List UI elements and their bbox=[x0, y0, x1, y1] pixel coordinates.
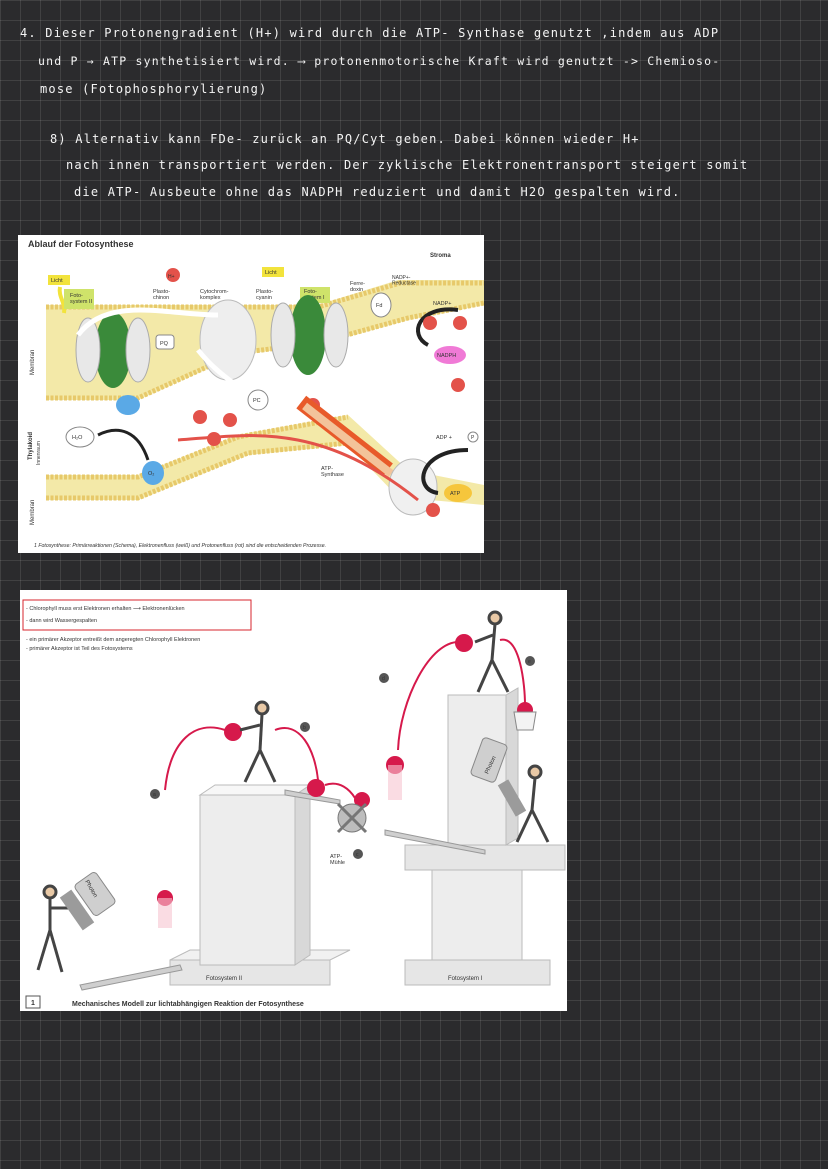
fotosystem1-label-fig2: Fotosystem I bbox=[448, 976, 483, 982]
licht-label-1: Licht bbox=[51, 278, 63, 284]
person-fs1-top bbox=[474, 610, 510, 693]
h-plus-1: H+ bbox=[168, 274, 175, 280]
adp-label: ADP + bbox=[436, 435, 452, 441]
label-b: b bbox=[303, 725, 306, 731]
label-d: d bbox=[382, 676, 385, 682]
note-line-2: und P → ATP synthetisiert wird. ⟶ proton… bbox=[38, 54, 721, 68]
note-line-6: die ATP- Ausbeute ohne das NADPH reduzie… bbox=[74, 185, 681, 199]
hammer-left: Photon bbox=[59, 872, 116, 931]
note-line-3: mose (Fotophosphorylierung) bbox=[40, 82, 268, 96]
stroma-label: Stroma bbox=[430, 253, 451, 259]
figure2-note-4: - primärer Akzeptor ist Teil des Fotosys… bbox=[26, 646, 133, 652]
pq-label: PQ bbox=[160, 341, 169, 347]
figure2-number: 1 bbox=[31, 1000, 35, 1007]
atp-muehle-label: ATP-Mühle bbox=[330, 854, 345, 866]
figure2-note-2: - dann wird Wassergespalten bbox=[26, 618, 97, 624]
nadp-plus-label: NADP+ bbox=[433, 301, 452, 307]
innenraum-label: Innenraum bbox=[36, 441, 42, 465]
o2-label: O₂ bbox=[148, 471, 154, 477]
thylakoid-label: Thylakoid bbox=[28, 432, 34, 460]
ferredoxin-label: Ferre-doxin bbox=[350, 281, 365, 293]
membran-label-1: Membran bbox=[30, 350, 36, 375]
plastochinon-label: Plasto-chinon bbox=[153, 289, 170, 301]
label-a: a bbox=[153, 792, 156, 798]
mechanical-model-figure: - Chlorophyll muss erst Elektronen erhal… bbox=[20, 590, 567, 1011]
licht-label-2: Licht bbox=[265, 270, 277, 276]
nadph-label: NADPH bbox=[437, 353, 456, 359]
figure2-note-1: - Chlorophyll muss erst Elektronen erhal… bbox=[26, 606, 185, 612]
photosynthesis-diagram: Ablauf der Fotosynthese Stroma Membran T… bbox=[18, 235, 484, 553]
note-line-5: nach innen transportiert werden. Der zyk… bbox=[66, 158, 749, 172]
nadp-reductase-label: NADP+-Reductase bbox=[392, 275, 416, 287]
note-line-4: 8) Alternativ kann FDe- zurück an PQ/Cyt… bbox=[50, 132, 640, 146]
plastocyanin-label: Plasto-cyanin bbox=[256, 289, 273, 301]
fotosystem2-label-fig2: Fotosystem II bbox=[206, 976, 242, 982]
atp-synthase-label: ATP-Synthase bbox=[321, 466, 344, 478]
figure1-title: Ablauf der Fotosynthese bbox=[28, 239, 134, 249]
figure2-note-3: - ein primärer Akzeptor entreißt dem ang… bbox=[26, 637, 200, 643]
figure2-caption: Mechanisches Modell zur lichtabhängigen … bbox=[72, 1001, 304, 1008]
fd-label: Fd bbox=[376, 303, 382, 309]
atp-label: ATP bbox=[450, 491, 461, 497]
label-e: e bbox=[528, 659, 531, 665]
cytochrom-label: Cytochrom-komplex bbox=[200, 289, 229, 301]
person-fs2 bbox=[239, 700, 277, 783]
pc-label: PC bbox=[253, 398, 261, 404]
h2o-label: H₂O bbox=[72, 435, 83, 441]
note-line-1: 4. Dieser Protonengradient (H+) wird dur… bbox=[20, 26, 720, 40]
figure1-caption: 1 Fotosynthese: Primärreaktionen (Schema… bbox=[34, 543, 326, 549]
membran-label-2: Membran bbox=[30, 500, 36, 525]
